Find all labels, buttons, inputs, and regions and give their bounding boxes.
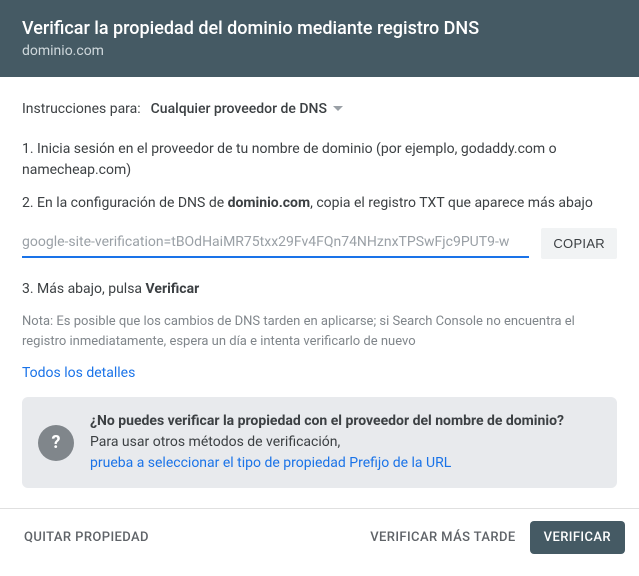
- info-text: ¿No puedes verificar la propiedad con el…: [90, 411, 564, 474]
- dialog-body: Instrucciones para: Cualquier proveedor …: [0, 77, 639, 508]
- footer-left: QUITAR PROPIEDAD: [14, 522, 360, 553]
- step-2-post: , copia el registro TXT que aparece más …: [310, 195, 593, 211]
- dialog-domain: dominio.com: [22, 43, 617, 59]
- info-link[interactable]: prueba a seleccionar el tipo de propieda…: [90, 453, 564, 474]
- step-2-domain: dominio.com: [228, 195, 310, 211]
- step-2-pre: 2. En la configuración de DNS de: [22, 195, 228, 211]
- step-3-bold: Verificar: [146, 281, 200, 297]
- info-box: ? ¿No puedes verificar la propiedad con …: [22, 397, 617, 488]
- question-icon: ?: [38, 425, 74, 461]
- details-link[interactable]: Todos los detalles: [22, 365, 135, 381]
- verify-button[interactable]: VERIFICAR: [530, 521, 625, 554]
- step-3-pre: 3. Más abajo, pulsa: [22, 281, 146, 297]
- info-sub: Para usar otros métodos de verificación,: [90, 432, 564, 453]
- txt-record-row: COPIAR: [22, 228, 617, 259]
- chevron-down-icon: [333, 106, 343, 112]
- dns-provider-value: Cualquier proveedor de DNS: [151, 101, 327, 117]
- instructions-row: Instrucciones para: Cualquier proveedor …: [22, 101, 617, 117]
- dialog-footer: QUITAR PROPIEDAD VERIFICAR MÁS TARDE VER…: [0, 509, 639, 566]
- info-title: ¿No puedes verificar la propiedad con el…: [90, 411, 564, 432]
- txt-record-input[interactable]: [22, 230, 529, 258]
- step-2: 2. En la configuración de DNS de dominio…: [22, 193, 617, 214]
- copy-button[interactable]: COPIAR: [541, 228, 617, 259]
- dialog-title: Verificar la propiedad del dominio media…: [22, 18, 617, 39]
- remove-property-button[interactable]: QUITAR PROPIEDAD: [14, 522, 159, 553]
- step-3: 3. Más abajo, pulsa Verificar: [22, 279, 617, 300]
- instructions-label: Instrucciones para:: [22, 101, 141, 117]
- step-1: 1. Inicia sesión en el proveedor de tu n…: [22, 139, 617, 181]
- verify-later-button[interactable]: VERIFICAR MÁS TARDE: [360, 522, 525, 553]
- steps-list: 1. Inicia sesión en el proveedor de tu n…: [22, 139, 617, 214]
- dialog-header: Verificar la propiedad del dominio media…: [0, 0, 639, 77]
- note-text: Nota: Es posible que los cambios de DNS …: [22, 312, 617, 351]
- dns-provider-dropdown[interactable]: Cualquier proveedor de DNS: [151, 101, 343, 117]
